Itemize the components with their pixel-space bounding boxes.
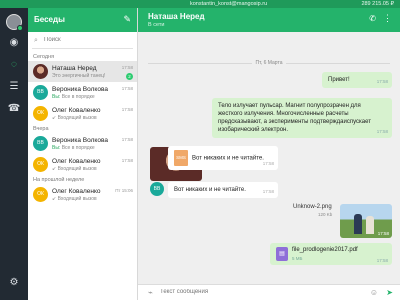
message-outgoing[interactable]: Тело излучает пульсар. Магнит полупрозра… (212, 98, 392, 138)
avatar: ОК (33, 157, 48, 172)
chat-time: Пт 15:06 (115, 188, 133, 193)
message-incoming[interactable]: Вот никаких и не читайте. 17:58 (168, 182, 278, 198)
chat-preview: Вы: Все в порядке (52, 94, 122, 100)
chat-name: Вероника Волкова (52, 137, 108, 144)
message-text: Привет! (328, 77, 350, 83)
settings-icon[interactable]: ⚙ (7, 276, 21, 290)
globe-icon[interactable]: ◉ (7, 36, 21, 50)
attach-icon[interactable]: ⌁ (148, 288, 153, 297)
preview-text: Все в порядке (61, 145, 95, 151)
search-box[interactable]: ⌕ (32, 35, 133, 49)
file-name: file_prodlogenie2017.pdf (292, 247, 358, 253)
preview-text: Входящий вызов (57, 115, 97, 121)
preview-prefix: Вы: (52, 94, 61, 100)
chat-item[interactable]: ОК Олег Коваленко ↙ Входящий вызов 17:58 (28, 154, 137, 175)
sender-avatar: ВВ (150, 182, 164, 196)
chat-preview: ↙ Входящий вызов (52, 166, 122, 172)
avatar: ОК (33, 106, 48, 121)
phone-icon[interactable]: ☎ (7, 102, 21, 116)
nav-rail: ◉ ◌ ☰ ☎ ⚙ (0, 8, 28, 300)
message-time: 17:58 (262, 189, 274, 194)
conversation-panel: Наташа Неред В сети ✆ ⋮ Пт, 6 Марта Прив… (138, 8, 400, 300)
chat-item[interactable]: ОК Олег Коваленко ↙ Входящий вызов Пт 15… (28, 184, 137, 205)
chat-time: 17:58 (121, 65, 133, 70)
chat-preview: ↙ Входящий вызов (52, 115, 122, 121)
file-icon: ▤ (276, 247, 288, 261)
phone-call-icon: ↙ (52, 166, 57, 172)
message-outgoing[interactable]: Привет! 17:58 (322, 72, 392, 88)
chat-time: 17:58 (121, 107, 133, 112)
phone-icon[interactable]: ✆ (369, 14, 376, 23)
chat-name: Олег Коваленко (52, 158, 101, 165)
chat-list-title: Беседы (34, 15, 65, 24)
unread-badge: 2 (126, 73, 133, 80)
chat-name: Наташа Неред (52, 65, 97, 72)
chat-item[interactable]: Наташа Неред Это энергичный танец! 17:58… (28, 61, 137, 82)
conversation-header: Наташа Неред В сети ✆ ⋮ (138, 8, 400, 32)
chat-name: Вероника Волкова (52, 86, 108, 93)
message-text: Тело излучает пульсар. Магнит полупрозра… (218, 103, 372, 133)
chat-preview: Вы: Все в порядке (52, 145, 122, 151)
message-text: Вот никаких и не читайте. (192, 155, 264, 162)
chat-icon[interactable]: ◌ (7, 58, 21, 72)
chat-preview: Это энергичный танец! (52, 73, 106, 79)
message-time: 17:58 (376, 129, 388, 134)
compose-icon[interactable]: ✎ (123, 14, 131, 25)
file-size: 5 MБ (292, 256, 303, 261)
avatar: ВВ (33, 136, 48, 151)
chat-time: 17:58 (121, 158, 133, 163)
avatar (33, 64, 48, 79)
message-time: 17:58 (377, 231, 389, 236)
section-label-yesterday: Вчера (33, 126, 49, 132)
search-input[interactable] (44, 37, 124, 43)
chat-time: 17:58 (121, 137, 133, 142)
section-label-last-week: На прошлой неделе (33, 177, 85, 183)
chat-list-header: Беседы ✎ (28, 8, 137, 32)
contact-status: В сети (148, 22, 165, 28)
message-input[interactable] (160, 289, 340, 295)
more-icon[interactable]: ⋮ (383, 13, 392, 24)
image-size: 120 Kb (318, 212, 333, 217)
preview-prefix: Вы: (52, 145, 61, 151)
chat-name: Олег Коваленко (52, 188, 101, 195)
chat-item[interactable]: ОК Олег Коваленко ↙ Входящий вызов 17:58 (28, 103, 137, 124)
message-time: 17:58 (376, 258, 388, 263)
image-attachment[interactable]: 17:58 (340, 204, 392, 238)
section-label-today: Сегодня (33, 54, 55, 60)
chat-item[interactable]: ВВ Вероника Волкова Вы: Все в порядке 17… (28, 133, 137, 154)
chat-name: Олег Коваленко (52, 107, 101, 114)
message-incoming[interactable]: SMS Вот никаких и не читайте. 17:58 (168, 146, 278, 170)
image-caption: Unknow-2.png (293, 204, 332, 210)
avatar: ВВ (33, 85, 48, 100)
date-divider-label: Пт, 6 Марта (251, 60, 287, 66)
message-composer: ⌁ ☺ ➤ (138, 284, 400, 300)
preview-text: Входящий вызов (57, 196, 97, 202)
send-icon[interactable]: ➤ (386, 288, 393, 297)
preview-text: Все в порядке (61, 94, 95, 100)
account-balance: 289 215.05 ₽ (361, 1, 394, 7)
chat-list-panel: Беседы ✎ ⌕ Сегодня Наташа Неред Это энер… (28, 8, 138, 300)
sms-icon: SMS (174, 150, 188, 166)
preview-text: Входящий вызов (57, 166, 97, 172)
message-time: 17:58 (376, 79, 388, 84)
contacts-icon[interactable]: ☰ (7, 80, 21, 94)
file-attachment[interactable]: ▤ file_prodlogenie2017.pdf 5 MБ 17:58 (270, 243, 392, 265)
photo-figure (366, 216, 374, 234)
chat-preview: ↙ Входящий вызов (52, 196, 122, 202)
avatar: ОК (33, 187, 48, 202)
message-text: Вот никаких и не читайте. (174, 187, 246, 193)
search-icon: ⌕ (34, 37, 38, 44)
contact-name: Наташа Неред (148, 12, 205, 21)
account-email: konstantin_konst@mangosip.ru (190, 1, 268, 7)
photo-figure (354, 214, 362, 234)
phone-call-icon: ↙ (52, 196, 57, 202)
emoji-icon[interactable]: ☺ (370, 288, 378, 297)
phone-call-icon: ↙ (52, 115, 57, 121)
date-divider: Пт, 6 Марта (138, 60, 400, 66)
chat-item[interactable]: ВВ Вероника Волкова Вы: Все в порядке 17… (28, 82, 137, 103)
chat-time: 17:58 (121, 86, 133, 91)
message-time: 17:58 (262, 161, 274, 166)
online-status-dot (17, 25, 23, 31)
top-status-bar: konstantin_konst@mangosip.ru 289 215.05 … (0, 0, 400, 8)
